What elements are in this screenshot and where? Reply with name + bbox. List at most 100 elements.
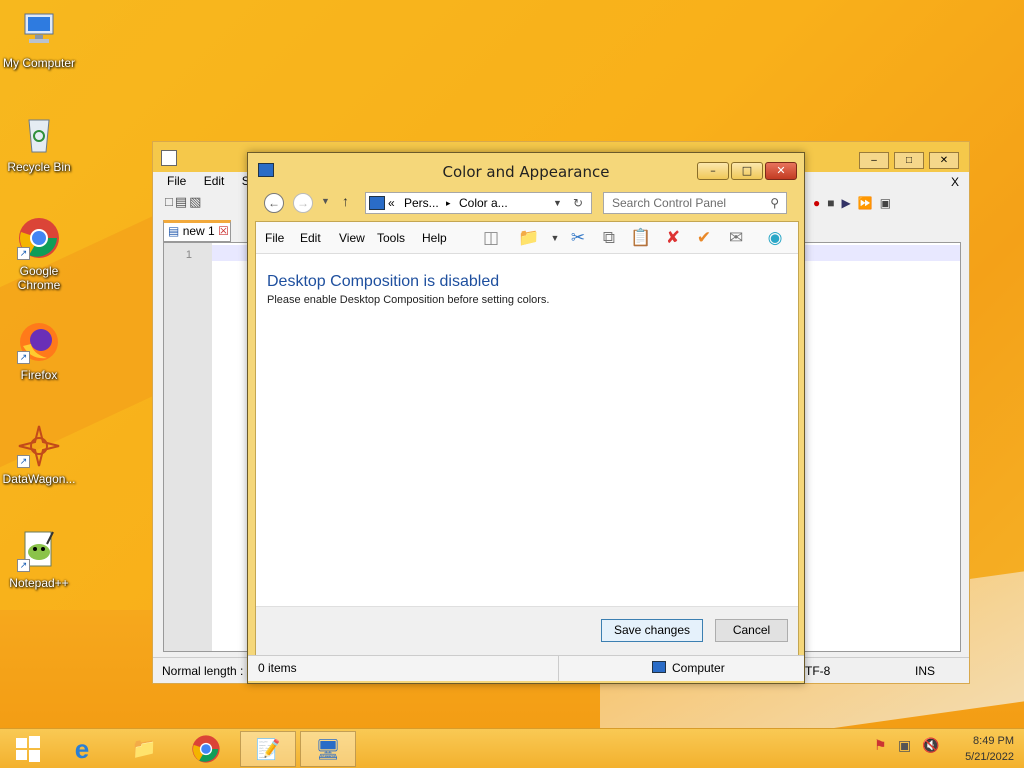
back-button[interactable]: ← bbox=[264, 193, 284, 213]
save-changes-button[interactable]: Save changes bbox=[601, 619, 703, 642]
desktop-icon-recycle-bin[interactable]: Recycle Bin bbox=[0, 112, 78, 174]
notepadpp-icon: ↗ bbox=[17, 528, 61, 572]
minimize-button[interactable]: – bbox=[697, 162, 729, 180]
control-panel-icon: 🖥 bbox=[315, 739, 341, 761]
menu-view[interactable]: View bbox=[339, 231, 365, 245]
taskbar-internet-explorer[interactable]: e bbox=[54, 731, 110, 767]
desktop-icon-label: Recycle Bin bbox=[7, 160, 71, 174]
notepadpp-macro-toolbar: ●■▶⏩▣ bbox=[813, 196, 963, 216]
forward-button[interactable]: → bbox=[293, 193, 313, 213]
play-macro-icon[interactable]: ▶ bbox=[842, 196, 858, 210]
desktop-icon-label: Notepad++ bbox=[9, 576, 69, 590]
search-input[interactable]: Search Control Panel ⚲ bbox=[603, 192, 787, 214]
chrome-icon bbox=[192, 735, 220, 763]
tab-close-icon[interactable]: ☒ bbox=[218, 224, 229, 238]
desktop-icon-label: Firefox bbox=[20, 368, 58, 382]
tab-label: new 1 bbox=[182, 224, 215, 238]
stop-macro-icon[interactable]: ■ bbox=[827, 196, 841, 210]
composition-message: Please enable Desktop Composition before… bbox=[267, 294, 550, 306]
windows-logo-icon bbox=[16, 736, 40, 762]
copy-icon[interactable]: ⧉ bbox=[598, 227, 620, 249]
status-location: Computer bbox=[672, 661, 725, 675]
menu-tools[interactable]: Tools bbox=[377, 231, 405, 245]
notepadpp-close-button[interactable]: ✕ bbox=[929, 152, 959, 169]
shortcut-arrow-icon: ↗ bbox=[17, 559, 30, 572]
status-item-count: 0 items bbox=[258, 661, 297, 675]
refresh-icon[interactable]: ↻ bbox=[573, 193, 583, 213]
firefox-icon: ↗ bbox=[17, 320, 61, 364]
folder-options-icon[interactable]: 📁 bbox=[518, 227, 540, 249]
desktop-icon-label: DataWagon... bbox=[2, 472, 76, 486]
search-icon[interactable]: ⚲ bbox=[770, 193, 779, 213]
taskbar-chrome[interactable] bbox=[178, 731, 234, 767]
breadcrumb-color-appearance[interactable]: Color a... bbox=[459, 193, 508, 213]
address-bar[interactable]: « Pers... ▸ Color a... ▼ ↻ bbox=[365, 192, 592, 214]
save-macro-icon[interactable]: ▣ bbox=[880, 196, 898, 210]
start-button[interactable] bbox=[0, 731, 56, 767]
file-explorer-icon: 📁 bbox=[131, 738, 157, 760]
cancel-button[interactable]: Cancel bbox=[715, 619, 788, 642]
recycle-bin-icon bbox=[17, 112, 61, 156]
color-appearance-window[interactable]: Color and Appearance – □ ✕ ← → ▼ ↑ « Per… bbox=[247, 152, 805, 684]
layout-pane-icon[interactable]: ◫ bbox=[480, 227, 502, 249]
shortcut-arrow-icon: ↗ bbox=[17, 455, 30, 468]
search-placeholder: Search Control Panel bbox=[612, 196, 727, 210]
line-number: 1 bbox=[185, 249, 192, 261]
computer-icon bbox=[17, 8, 61, 52]
taskbar-file-explorer[interactable]: 📁 bbox=[116, 731, 172, 767]
notepadpp-maximize-button[interactable]: □ bbox=[894, 152, 924, 169]
breadcrumb-personalization[interactable]: Pers... bbox=[404, 193, 439, 213]
taskbar-control-panel[interactable]: 🖥 bbox=[300, 731, 356, 767]
shell-icon[interactable]: ◉ bbox=[764, 227, 786, 249]
taskbar-notepadpp[interactable]: 📝 bbox=[240, 731, 296, 767]
computer-icon bbox=[652, 661, 666, 673]
save-state-icon: ▤ bbox=[168, 224, 180, 238]
shortcut-arrow-icon: ↗ bbox=[17, 247, 30, 260]
notepadpp-menu-file[interactable]: File bbox=[167, 174, 186, 188]
notepadpp-tab-new1[interactable]: ▤ new 1 ☒ bbox=[163, 220, 231, 242]
clock-time: 8:49 PM bbox=[973, 735, 1014, 747]
dialog-titlebar[interactable]: Color and Appearance – □ ✕ bbox=[248, 153, 804, 189]
maximize-button[interactable]: □ bbox=[731, 162, 763, 180]
taskbar: e 📁 📝 🖥 ⚑ ▣ 🔇 8:49 PM 5/21/2022 bbox=[0, 728, 1024, 768]
notepadpp-menu-edit[interactable]: Edit bbox=[204, 174, 225, 188]
desktop-icon-notepadpp[interactable]: ↗ Notepad++ bbox=[0, 528, 78, 590]
control-panel-app-icon bbox=[258, 163, 274, 177]
desktop-icon-my-computer[interactable]: My Computer bbox=[0, 8, 78, 70]
status-insert-mode: INS bbox=[915, 664, 936, 678]
properties-icon[interactable]: ✉ bbox=[725, 227, 747, 249]
recent-locations-dropdown[interactable]: ▼ bbox=[321, 196, 330, 206]
chrome-icon: ↗ bbox=[17, 216, 61, 260]
paste-icon[interactable]: 📋 bbox=[630, 227, 652, 249]
notepadpp-close-doc-x[interactable]: X bbox=[951, 175, 959, 189]
desktop-icon-datawagon[interactable]: ↗ DataWagon... bbox=[0, 424, 78, 486]
apply-check-icon[interactable]: ✔ bbox=[693, 227, 715, 249]
notepadpp-minimize-button[interactable]: – bbox=[859, 152, 889, 169]
menu-file[interactable]: File bbox=[265, 231, 284, 245]
folder-options-dropdown-icon[interactable]: ▼ bbox=[544, 227, 566, 249]
network-icon[interactable]: ▣ bbox=[898, 737, 911, 754]
status-length: Normal length : bbox=[162, 664, 244, 678]
close-button[interactable]: ✕ bbox=[765, 162, 797, 180]
notepadpp-icon: 📝 bbox=[255, 739, 281, 761]
volume-muted-icon[interactable]: 🔇 bbox=[922, 737, 939, 754]
up-button[interactable]: ↑ bbox=[342, 193, 349, 209]
clock-date: 5/21/2022 bbox=[965, 751, 1014, 763]
record-macro-icon[interactable]: ● bbox=[813, 196, 827, 210]
menu-edit[interactable]: Edit bbox=[300, 231, 321, 245]
address-dropdown-icon[interactable]: ▼ bbox=[553, 193, 562, 213]
clock[interactable]: 8:49 PM 5/21/2022 bbox=[965, 733, 1014, 765]
datawagon-icon: ↗ bbox=[17, 424, 61, 468]
shortcut-arrow-icon: ↗ bbox=[17, 351, 30, 364]
delete-icon[interactable]: ✘ bbox=[662, 227, 684, 249]
run-multiple-macro-icon[interactable]: ⏩ bbox=[858, 196, 880, 210]
breadcrumb-overflow[interactable]: « bbox=[388, 193, 395, 213]
notepadpp-app-icon bbox=[161, 150, 177, 166]
notepadpp-toolbar: □▤▧ bbox=[165, 194, 204, 209]
desktop-icon-firefox[interactable]: ↗ Firefox bbox=[0, 320, 78, 382]
menu-help[interactable]: Help bbox=[422, 231, 447, 245]
action-center-flag-icon[interactable]: ⚑ bbox=[874, 737, 887, 754]
desktop-icon-chrome[interactable]: ↗ Google Chrome bbox=[0, 216, 78, 292]
dialog-content-area: File Edit View Tools Help ◫ 📁 ▼ ✂ ⧉ 📋 ✘ … bbox=[255, 221, 799, 679]
cut-icon[interactable]: ✂ bbox=[567, 227, 589, 249]
